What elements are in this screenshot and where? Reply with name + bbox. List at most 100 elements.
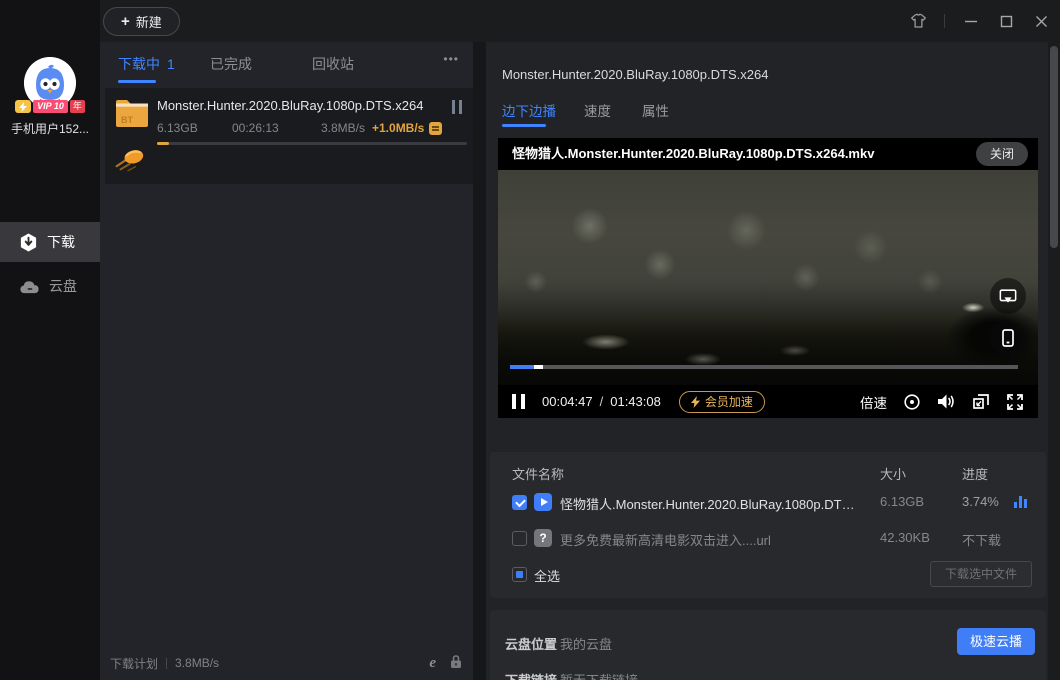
minimize-icon[interactable] [962,12,980,30]
player-progress-fill [510,365,534,369]
task-time-remaining: 00:26:13 [232,121,279,135]
detail-active-tab-underline [502,124,546,127]
file-name: 更多免费最新高清电影双击进入....url [560,530,860,549]
video-frame[interactable] [498,170,1038,385]
tab-properties[interactable]: 属性 [642,100,669,120]
sidebar-item-download[interactable]: 下载 [0,222,100,262]
vip-badges: VIP 10 年 [0,100,100,113]
cloud-play-button[interactable]: 极速云播 [957,628,1035,655]
sidebar-download-label: 下载 [47,232,75,252]
tab-downloading-count: 1 [167,56,175,72]
file-row-movie[interactable]: 怪物猎人.Monster.Hunter.2020.BluRay.1080p.DT… [490,492,1046,514]
close-icon[interactable] [1032,12,1050,30]
file-progress: 3.74% [962,494,999,509]
player-progress-bar[interactable] [510,365,1018,369]
select-all-label: 全选 [534,566,560,585]
time-total: 01:43:08 [610,394,661,409]
file-size: 42.30KB [880,530,930,545]
task-stats: 6.13GB 00:26:13 3.8MB/s +1.0MB/s [105,121,473,137]
video-player: 怪物猎人.Monster.Hunter.2020.BluRay.1080p.DT… [498,138,1038,418]
player-pause-icon[interactable] [512,394,525,409]
select-all-row: 全选 下载选中文件 [490,564,1046,586]
playing-indicator-icon [1014,495,1028,508]
statusbar-divider [166,658,167,669]
play-file-icon[interactable] [534,493,552,511]
lock-icon[interactable] [449,654,463,672]
file-name: 怪物猎人.Monster.Hunter.2020.BluRay.1080p.DT… [560,494,860,513]
download-link-value: 暂无下载链接 [560,670,638,680]
file-checkbox-unchecked[interactable] [512,531,527,546]
task-boost-speed: +1.0MB/s [372,121,424,135]
tab-play-while-download[interactable]: 边下边播 [502,100,556,120]
tab-downloading[interactable]: 下载中 1 [118,54,175,74]
sidebar-cloud-label: 云盘 [49,276,77,296]
vip-level-badge: VIP 10 [33,100,68,113]
task-progress-bar [157,142,467,145]
cast-to-tv-button[interactable] [990,278,1026,314]
select-all-checkbox[interactable] [512,567,527,582]
file-progress: 不下载 [962,530,1001,549]
player-header: 怪物猎人.Monster.Hunter.2020.BluRay.1080p.DT… [498,138,1038,170]
cast-screen-icon [999,288,1017,305]
lightning-icon [691,396,700,408]
download-link-label: 下载链接 [505,670,557,680]
tab-speed[interactable]: 速度 [584,100,611,120]
play-on-phone-button[interactable] [990,320,1026,356]
playing-filename: 怪物猎人.Monster.Hunter.2020.BluRay.1080p.DT… [512,138,874,170]
col-file-name: 文件名称 [512,464,564,483]
tab-downloading-label: 下载中 [118,56,160,72]
close-player-button[interactable]: 关闭 [976,142,1028,166]
app-window: + 新建 [0,0,1060,680]
fullscreen-icon[interactable] [1006,393,1024,411]
file-checkbox-checked[interactable] [512,495,527,510]
panel-divider [473,42,486,680]
detail-panel: Monster.Hunter.2020.BluRay.1080p.DTS.x26… [486,42,1060,680]
file-size: 6.13GB [880,494,924,509]
file-row-url[interactable]: ? 更多免费最新高清电影双击进入....url 42.30KB 不下载 [490,528,1046,550]
tasks-panel: 下载中 1 已完成 回收站 ••• BT Monster.Hunter.2020.… [100,42,473,680]
task-size: 6.13GB [157,121,198,135]
player-controls: 00:04:47 / 01:43:08 会员加速 倍速 [498,385,1038,418]
col-file-progress: 进度 [962,464,988,483]
tasks-tabs: 下载中 1 已完成 回收站 ••• [100,42,473,88]
mini-window-icon[interactable] [972,393,990,410]
download-selected-button[interactable]: 下载选中文件 [930,561,1032,587]
cloud-drive-icon [19,278,40,295]
download-statusbar: 下载计划 3.8MB/s e [100,646,473,680]
year-vip-badge: 年 [70,100,85,113]
file-list-card: 文件名称 大小 进度 怪物猎人.Monster.Hunter.2020.BluR… [490,452,1046,598]
dlna-settings-icon[interactable] [903,393,921,411]
sidebar-item-cloud[interactable]: 云盘 [0,266,100,306]
cloud-location-value[interactable]: 我的云盘 [560,634,612,653]
player-progress-handle[interactable] [534,365,543,369]
maximize-icon[interactable] [997,12,1015,30]
volume-icon[interactable] [937,393,956,410]
title-bar: + 新建 [100,0,1060,42]
phone-icon [1002,329,1014,347]
cloud-card: 云盘位置 我的云盘 极速云播 下载链接 暂无下载链接 [490,610,1046,680]
download-hexagon-icon [19,233,38,252]
vip-boost-button[interactable]: 会员加速 [679,391,765,413]
time-current: 00:04:47 [542,394,593,409]
statusbar-speed: 3.8MB/s [175,656,219,670]
task-speed: 3.8MB/s [321,121,365,135]
download-task-item[interactable]: BT Monster.Hunter.2020.BluRay.1080p.DTS.… [105,88,473,184]
playback-rate-button[interactable]: 倍速 [860,392,887,412]
new-task-button[interactable]: + 新建 [103,7,180,36]
download-plan-label[interactable]: 下载计划 [110,655,158,672]
player-time: 00:04:47 / 01:43:08 [542,394,661,409]
tab-trash[interactable]: 回收站 [312,54,354,74]
more-tabs-icon[interactable]: ••• [443,52,459,66]
skin-theme-icon[interactable] [909,12,927,30]
bolt-badge-icon [15,100,31,113]
speedup-comet-icon[interactable] [113,144,145,172]
scrollbar-thumb[interactable] [1050,46,1058,248]
tab-completed[interactable]: 已完成 [210,54,252,74]
pause-task-icon[interactable] [452,100,462,114]
username[interactable]: 手机用户152... [0,120,100,137]
sidebar: VIP 10 年 手机用户152... 下载 云盘 [0,0,100,680]
cloud-location-label: 云盘位置 [505,634,557,653]
detail-title: Monster.Hunter.2020.BluRay.1080p.DTS.x26… [502,67,768,82]
browser-icon[interactable]: e [429,655,436,672]
plus-icon: + [121,14,130,29]
